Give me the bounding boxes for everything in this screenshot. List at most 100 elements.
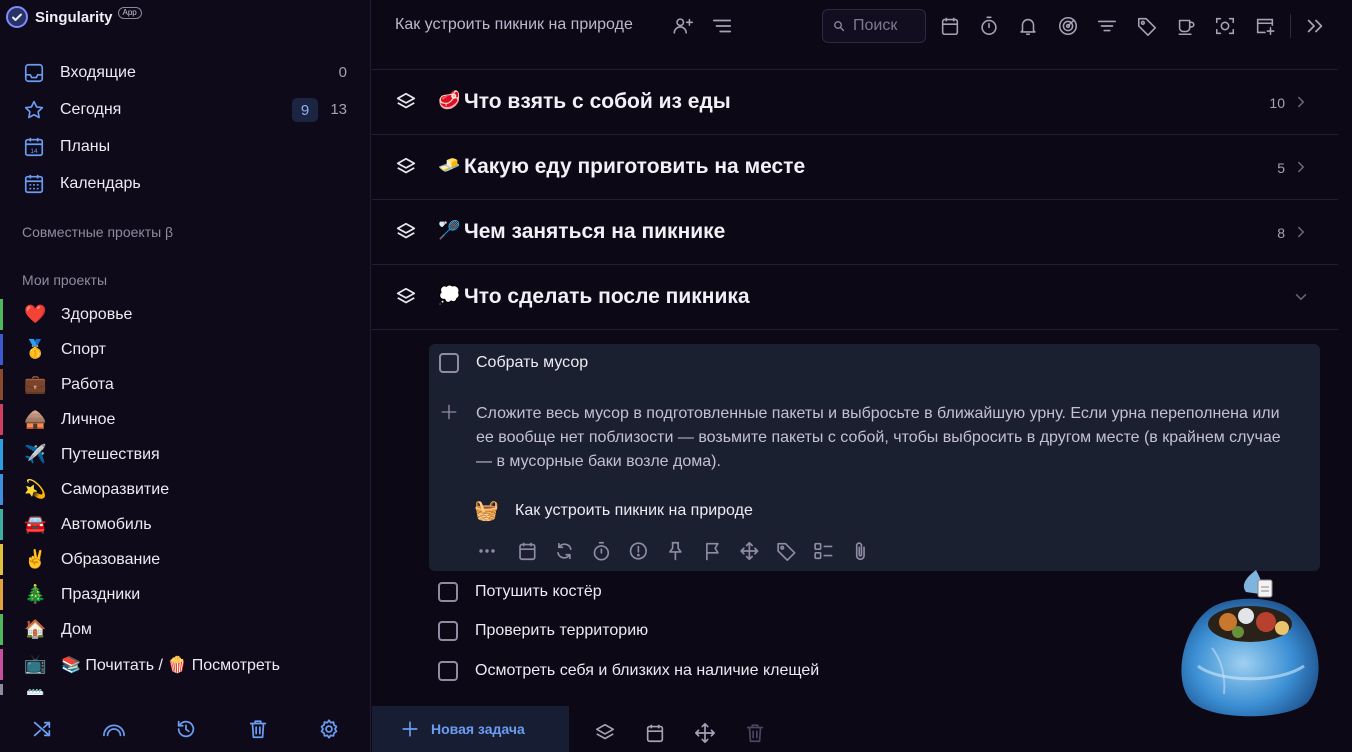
new-task-button[interactable]: Новая задача	[372, 706, 569, 752]
chevron-down-icon[interactable]	[1292, 288, 1310, 306]
project-label: 📚 Почитать / 🍿 Посмотреть	[61, 656, 280, 674]
task-group[interactable]: 🧈 Какую еду приготовить на месте 5	[372, 135, 1338, 200]
sidebar-nav: Входящие 0 Сегодня 9 13 14 Планы Календа…	[0, 54, 371, 202]
layers-icon[interactable]	[594, 722, 616, 744]
more-icon[interactable]	[476, 540, 513, 562]
task-title[interactable]: Потушить костёр	[475, 583, 602, 601]
task-description[interactable]: Сложите весь мусор в подготовленные паке…	[476, 402, 1286, 474]
task-card-selected[interactable]: Собрать мусор Сложите весь мусор в подго…	[429, 344, 1320, 571]
project-label: Здоровье	[61, 305, 133, 323]
pin-icon[interactable]	[661, 540, 698, 562]
focus-icon[interactable]	[1057, 15, 1079, 37]
sidebar-project[interactable]: 📺 📚 Почитать / 🍿 Посмотреть	[0, 647, 371, 682]
briefcase-icon: 💼	[24, 374, 47, 394]
new-task-label: Новая задача	[431, 721, 525, 737]
rainbow-icon[interactable]	[102, 718, 126, 740]
shared-projects-title[interactable]: Совместные проекты β	[22, 224, 173, 240]
sidebar-project[interactable]: 🗒️	[0, 682, 371, 695]
repeat-icon[interactable]	[550, 540, 587, 562]
task-row[interactable]: Проверить территорию	[438, 619, 648, 643]
trash-icon[interactable]	[744, 722, 766, 744]
task-group[interactable]: 🥩 Что взять с собой из еды 10	[372, 70, 1338, 135]
sidebar-project[interactable]: ✌️ Образование	[0, 542, 371, 577]
task-title[interactable]: Осмотреть себя и близких на наличие клещ…	[475, 662, 819, 680]
timer-icon[interactable]	[587, 540, 624, 562]
layers-icon	[396, 287, 416, 304]
tv-icon: 📺	[24, 654, 47, 674]
task-title[interactable]: Собрать мусор	[476, 354, 588, 372]
sidebar-project[interactable]: 🛖 Личное	[0, 402, 371, 437]
brand[interactable]: Singularity App	[6, 5, 142, 29]
window-add-icon[interactable]	[1254, 15, 1276, 37]
sort-icon[interactable]	[711, 15, 733, 37]
group-count: 10	[1269, 95, 1285, 111]
project-color-bar	[0, 544, 3, 575]
history-icon[interactable]	[175, 718, 197, 740]
priority-icon[interactable]	[624, 540, 661, 562]
search-icon	[834, 21, 845, 32]
task-project-link[interactable]: 🧺 Как устроить пикник на природе	[474, 498, 753, 523]
move-icon[interactable]	[735, 540, 772, 562]
collapse-right-icon[interactable]	[1304, 15, 1326, 37]
christmas-tree-icon: 🎄	[24, 584, 47, 604]
sidebar-project[interactable]: ✈️ Путешествия	[0, 437, 371, 472]
flag-icon[interactable]	[698, 540, 735, 562]
timer-icon[interactable]	[978, 15, 1000, 37]
search-box[interactable]	[822, 9, 926, 43]
search-input[interactable]	[853, 17, 919, 35]
task-row[interactable]: Потушить костёр	[438, 580, 602, 604]
sidebar-item-inbox[interactable]: Входящие 0	[0, 54, 371, 91]
plus-icon[interactable]	[440, 403, 458, 421]
sidebar-item-plans[interactable]: 14 Планы	[0, 128, 371, 165]
page-title[interactable]: Как устроить пикник на природе	[395, 16, 633, 34]
project-label: Образование	[61, 550, 161, 568]
filter-icon[interactable]	[1096, 15, 1118, 37]
task-checkbox[interactable]	[439, 353, 459, 373]
calendar-icon[interactable]	[513, 540, 550, 562]
settings-icon[interactable]	[318, 718, 340, 740]
sidebar-item-today[interactable]: Сегодня 9 13	[0, 91, 371, 128]
task-checkbox[interactable]	[438, 582, 458, 602]
attachment-icon[interactable]	[846, 540, 883, 562]
chevron-right-icon[interactable]	[1292, 158, 1310, 176]
sidebar-item-calendar[interactable]: Календарь	[0, 165, 371, 202]
project-label: Саморазвитие	[61, 480, 170, 498]
sidebar-project[interactable]: 💼 Работа	[0, 367, 371, 402]
project-label: Дом	[61, 620, 92, 638]
add-user-icon[interactable]	[672, 15, 694, 37]
victory-hand-icon: ✌️	[24, 549, 47, 569]
project-list: ❤️ Здоровье 🥇 Спорт 💼 Работа 🛖 Личное ✈️ Путе…	[0, 297, 371, 695]
sidebar-project[interactable]: 🚘 Автомобиль	[0, 507, 371, 542]
project-label: Спорт	[61, 340, 106, 358]
task-title[interactable]: Проверить территорию	[475, 622, 648, 640]
sidebar-project[interactable]: 💫 Саморазвитие	[0, 472, 371, 507]
chevron-right-icon[interactable]	[1292, 223, 1310, 241]
tag-icon[interactable]	[1136, 15, 1158, 37]
task-checkbox[interactable]	[438, 661, 458, 681]
bell-icon[interactable]	[1017, 15, 1039, 37]
shuffle-icon[interactable]	[31, 718, 53, 740]
trash-icon[interactable]	[247, 718, 269, 740]
heart-icon: ❤️	[24, 304, 47, 324]
task-group-expanded[interactable]: 💭 Что сделать после пикника	[372, 265, 1338, 330]
checklist-icon[interactable]	[809, 540, 846, 562]
car-icon: 🚘	[24, 514, 47, 534]
group-title: Что взять с собой из еды	[464, 90, 731, 113]
chevron-right-icon[interactable]	[1292, 93, 1310, 111]
tag-icon[interactable]	[772, 540, 809, 562]
coffee-icon[interactable]	[1175, 15, 1197, 37]
move-icon[interactable]	[694, 722, 716, 744]
task-checkbox[interactable]	[438, 621, 458, 641]
sidebar-project[interactable]: 🥇 Спорт	[0, 332, 371, 367]
calendar-icon[interactable]	[644, 722, 666, 744]
project-label: Автомобиль	[61, 515, 152, 533]
scan-icon[interactable]	[1214, 15, 1236, 37]
task-group[interactable]: 🏸 Чем заняться на пикнике 8	[372, 200, 1338, 265]
sidebar-project[interactable]: 🎄 Праздники	[0, 577, 371, 612]
my-projects-title[interactable]: Мои проекты	[22, 272, 107, 288]
calendar-icon[interactable]	[939, 15, 961, 37]
task-row[interactable]: Осмотреть себя и близких на наличие клещ…	[438, 659, 819, 683]
sidebar-project[interactable]: ❤️ Здоровье	[0, 297, 371, 332]
sidebar-project[interactable]: 🏠 Дом	[0, 612, 371, 647]
task-project-label: Как устроить пикник на природе	[515, 501, 753, 519]
